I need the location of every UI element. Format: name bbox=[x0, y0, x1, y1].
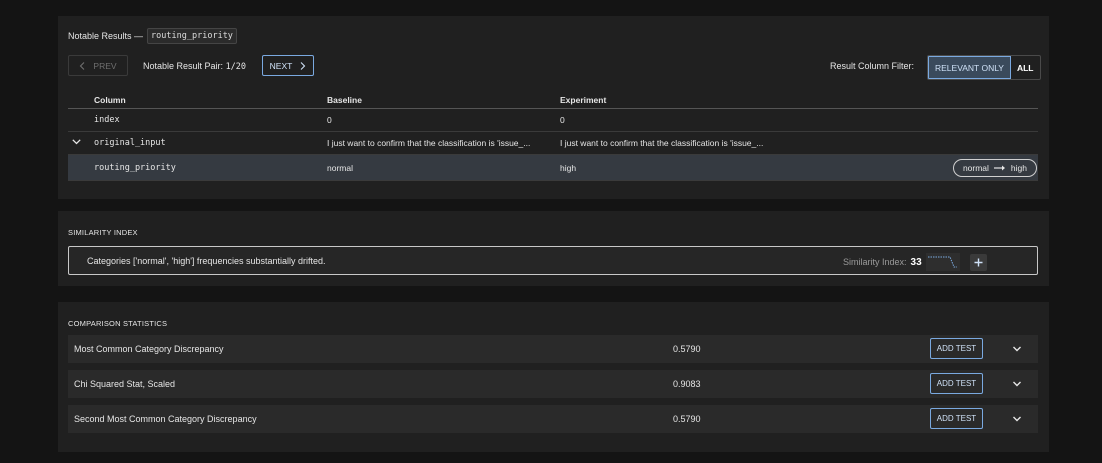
change-to: high bbox=[1010, 162, 1027, 173]
column-filter-toggle: RELEVANT ONLY ALL bbox=[927, 55, 1041, 80]
plus-icon bbox=[974, 258, 983, 266]
cell-column: routing_priority bbox=[68, 154, 327, 181]
cell-column-text: original_input bbox=[94, 138, 166, 148]
similarity-value: 33 bbox=[910, 256, 922, 268]
table-row: original_input I just want to confirm th… bbox=[68, 131, 1038, 155]
similarity-index-group: Similarity Index: 33 bbox=[843, 253, 987, 271]
cell-column: index bbox=[68, 108, 327, 132]
similarity-panel: SIMILARITY INDEX Categories ['normal', '… bbox=[58, 211, 1049, 286]
chevron-down-icon bbox=[72, 139, 81, 145]
notable-results-label: Notable Results — bbox=[68, 31, 144, 41]
change-from: normal bbox=[962, 162, 989, 173]
similarity-label: Similarity Index: bbox=[843, 257, 907, 267]
stat-name: Second Most Common Category Discrepancy bbox=[74, 414, 257, 424]
similarity-sparkline-icon bbox=[925, 253, 960, 271]
cell-experiment: 0 bbox=[560, 108, 948, 132]
filter-label: Result Column Filter: bbox=[830, 61, 915, 71]
arrow-right-icon bbox=[993, 165, 1005, 170]
add-test-button[interactable]: ADD TEST bbox=[930, 338, 983, 359]
comparison-statistics-panel: COMPARISON STATISTICS Most Common Catego… bbox=[58, 302, 1049, 452]
chevron-left-icon bbox=[80, 61, 85, 70]
cell-baseline: normal bbox=[327, 154, 560, 181]
similarity-section-title: SIMILARITY INDEX bbox=[68, 228, 138, 237]
chevron-down-icon[interactable] bbox=[1011, 378, 1023, 390]
cell-baseline: I just want to confirm that the classifi… bbox=[327, 131, 560, 155]
stat-name: Most Common Category Discrepancy bbox=[74, 344, 224, 354]
chevron-right-icon bbox=[300, 61, 306, 70]
comparison-table: Column Baseline Experiment index 0 0 ori… bbox=[68, 92, 1038, 181]
next-button[interactable]: NEXT bbox=[262, 55, 314, 76]
change-pill: normal high bbox=[952, 158, 1037, 177]
stat-value: 0.9083 bbox=[673, 379, 701, 389]
expand-row-button[interactable] bbox=[72, 138, 86, 148]
column-tag: routing_priority bbox=[147, 28, 237, 44]
cell-experiment: high bbox=[560, 154, 948, 181]
prev-button[interactable]: PREV bbox=[68, 55, 128, 76]
add-test-button[interactable]: ADD TEST bbox=[930, 373, 983, 394]
cell-baseline: 0 bbox=[327, 108, 560, 132]
header-experiment: Experiment bbox=[560, 92, 948, 109]
cell-experiment: I just want to confirm that the classifi… bbox=[560, 131, 948, 155]
stat-value: 0.5790 bbox=[673, 414, 701, 424]
header-column: Column bbox=[68, 92, 327, 109]
next-button-label: NEXT bbox=[269, 60, 293, 71]
header-baseline: Baseline bbox=[327, 92, 560, 109]
similarity-message: Categories ['normal', 'high'] frequencie… bbox=[87, 256, 326, 266]
header-change bbox=[948, 92, 1038, 109]
prev-button-label: PREV bbox=[93, 60, 117, 71]
statistics-section-title: COMPARISON STATISTICS bbox=[68, 319, 168, 328]
add-test-button[interactable]: ADD TEST bbox=[930, 408, 983, 429]
similarity-card: Categories ['normal', 'high'] frequencie… bbox=[68, 246, 1038, 275]
stat-row: Second Most Common Category Discrepancy … bbox=[68, 405, 1038, 433]
chevron-down-icon[interactable] bbox=[1011, 343, 1023, 355]
stat-value: 0.5790 bbox=[673, 344, 701, 354]
stat-row: Chi Squared Stat, Scaled 0.9083 ADD TEST bbox=[68, 370, 1038, 398]
table-row-highlighted[interactable]: routing_priority normal high normal high bbox=[68, 154, 1038, 181]
cell-column: original_input bbox=[68, 131, 327, 155]
pair-value: 1/20 bbox=[225, 62, 247, 72]
pair-label: Notable Result Pair: bbox=[143, 61, 224, 71]
chevron-down-icon[interactable] bbox=[1011, 413, 1023, 425]
table-row: index 0 0 bbox=[68, 108, 1038, 132]
filter-all[interactable]: ALL bbox=[1011, 56, 1040, 79]
table-header: Column Baseline Experiment bbox=[68, 92, 1038, 109]
stat-name: Chi Squared Stat, Scaled bbox=[74, 379, 176, 389]
stat-row: Most Common Category Discrepancy 0.5790 … bbox=[68, 335, 1038, 363]
add-similarity-test-button[interactable] bbox=[969, 253, 987, 271]
notable-results-panel: Notable Results — routing_priority PREV … bbox=[58, 16, 1049, 199]
filter-relevant-only[interactable]: RELEVANT ONLY bbox=[928, 56, 1011, 79]
pair-indicator: Notable Result Pair: 1/20 bbox=[143, 61, 246, 72]
notable-results-title: Notable Results — routing_priority bbox=[68, 28, 237, 44]
